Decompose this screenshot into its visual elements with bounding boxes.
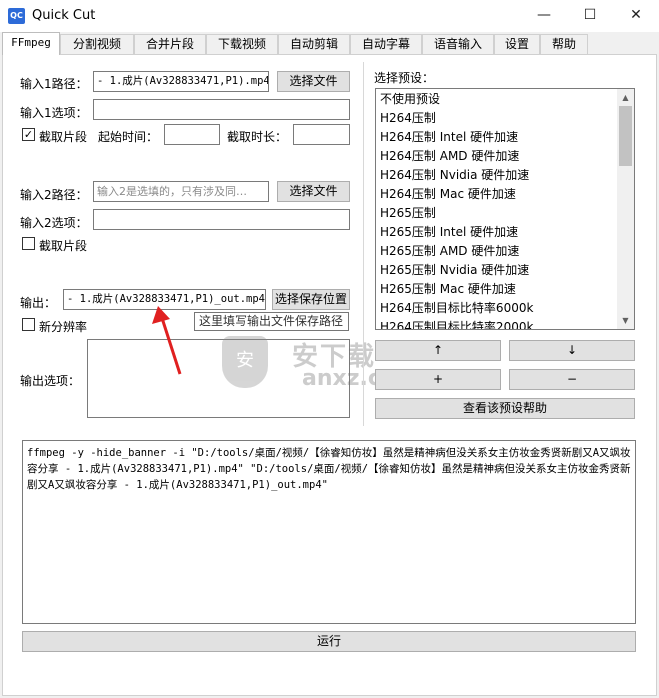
- output-options-field[interactable]: [87, 339, 350, 418]
- tab-auto-edit[interactable]: 自动剪辑: [278, 34, 350, 54]
- input1-duration-label: 截取时长：: [227, 130, 288, 144]
- preset-item[interactable]: 不使用预设: [380, 90, 440, 109]
- input1-choose-file-button[interactable]: 选择文件: [277, 71, 350, 92]
- tab-settings[interactable]: 设置: [494, 34, 540, 54]
- input2-path-field[interactable]: 输入2是选填的，只有涉及同…: [93, 181, 269, 202]
- input1-clip-label: 截取片段: [39, 130, 88, 144]
- red-arrow-icon: [152, 306, 182, 375]
- presets-list[interactable]: 不使用预设 H264压制 H264压制 Intel 硬件加速 H264压制 AM…: [375, 88, 635, 330]
- input2-clip-checkbox[interactable]: [22, 237, 35, 250]
- input1-path-label: 输入1路径：: [20, 77, 88, 91]
- preset-add-button[interactable]: +: [375, 369, 501, 390]
- input1-start-field[interactable]: [164, 124, 220, 145]
- input2-options-label: 输入2选项：: [20, 216, 88, 230]
- preset-item[interactable]: H264压制 Mac 硬件加速: [380, 185, 516, 204]
- input2-choose-file-button[interactable]: 选择文件: [277, 181, 350, 202]
- input1-options-field[interactable]: [93, 99, 350, 120]
- input1-start-label: 起始时间：: [98, 130, 159, 144]
- command-preview[interactable]: ffmpeg -y -hide_banner -i "D:/tools/桌面/视…: [22, 440, 636, 624]
- tab-split-video[interactable]: 分割视频: [60, 34, 134, 54]
- preset-item[interactable]: H264压制 Nvidia 硬件加速: [380, 166, 529, 185]
- input2-path-placeholder: 输入2是选填的，只有涉及同…: [97, 185, 247, 198]
- preset-item[interactable]: H264压制目标比特率6000k: [380, 299, 533, 318]
- preset-remove-button[interactable]: −: [509, 369, 635, 390]
- preset-item[interactable]: H264压制 AMD 硬件加速: [380, 147, 519, 166]
- output-save-location-button[interactable]: 选择保存位置: [272, 289, 350, 310]
- scroll-up-icon[interactable]: ▲: [617, 89, 634, 106]
- preset-item[interactable]: H265压制 AMD 硬件加速: [380, 242, 519, 261]
- tab-auto-subtitle[interactable]: 自动字幕: [350, 34, 422, 54]
- preset-item[interactable]: H264压制目标比特率2000k: [380, 318, 533, 329]
- preset-item[interactable]: H265压制 Intel 硬件加速: [380, 223, 518, 242]
- tab-download-video[interactable]: 下载视频: [206, 34, 278, 54]
- tab-merge-clips[interactable]: 合并片段: [134, 34, 206, 54]
- input2-options-field[interactable]: [93, 209, 350, 230]
- input1-duration-field[interactable]: [293, 124, 350, 145]
- preset-item[interactable]: H264压制: [380, 109, 436, 128]
- preset-item[interactable]: H265压制: [380, 204, 436, 223]
- input1-clip-checkbox[interactable]: ✓: [22, 128, 35, 141]
- new-resolution-label: 新分辨率: [39, 320, 88, 334]
- section-divider: [363, 62, 364, 426]
- presets-label: 选择预设：: [374, 71, 435, 85]
- presets-scroll-thumb[interactable]: [619, 106, 632, 166]
- preset-move-up-button[interactable]: ↑: [375, 340, 501, 361]
- minimize-button[interactable]: —: [521, 0, 567, 32]
- tab-help[interactable]: 帮助: [540, 34, 588, 54]
- preset-help-button[interactable]: 查看该预设帮助: [375, 398, 635, 419]
- tab-voice-input[interactable]: 语音输入: [422, 34, 494, 54]
- scroll-down-icon[interactable]: ▼: [617, 312, 634, 329]
- input1-path-field[interactable]: - 1.成片(Av328833471,P1).mp4: [93, 71, 269, 92]
- app-icon: QC: [8, 8, 25, 24]
- preset-item[interactable]: H265压制 Mac 硬件加速: [380, 280, 516, 299]
- run-button[interactable]: 运行: [22, 631, 636, 652]
- input2-path-label: 输入2路径：: [20, 188, 88, 202]
- preset-item[interactable]: H265压制 Nvidia 硬件加速: [380, 261, 529, 280]
- close-button[interactable]: ✕: [613, 0, 659, 32]
- tab-ffmpeg[interactable]: FFmpeg: [2, 32, 60, 55]
- maximize-button[interactable]: ☐: [567, 0, 613, 32]
- preset-item[interactable]: H264压制 Intel 硬件加速: [380, 128, 518, 147]
- new-resolution-checkbox[interactable]: [22, 318, 35, 331]
- input2-clip-label: 截取片段: [39, 239, 88, 253]
- output-label: 输出：: [20, 296, 57, 310]
- output-options-label: 输出选项：: [20, 374, 81, 388]
- input1-options-label: 输入1选项：: [20, 106, 88, 120]
- output-tooltip: 这里填写输出文件保存路径: [194, 312, 349, 331]
- window-title: Quick Cut: [32, 8, 96, 23]
- preset-move-down-button[interactable]: ↓: [509, 340, 635, 361]
